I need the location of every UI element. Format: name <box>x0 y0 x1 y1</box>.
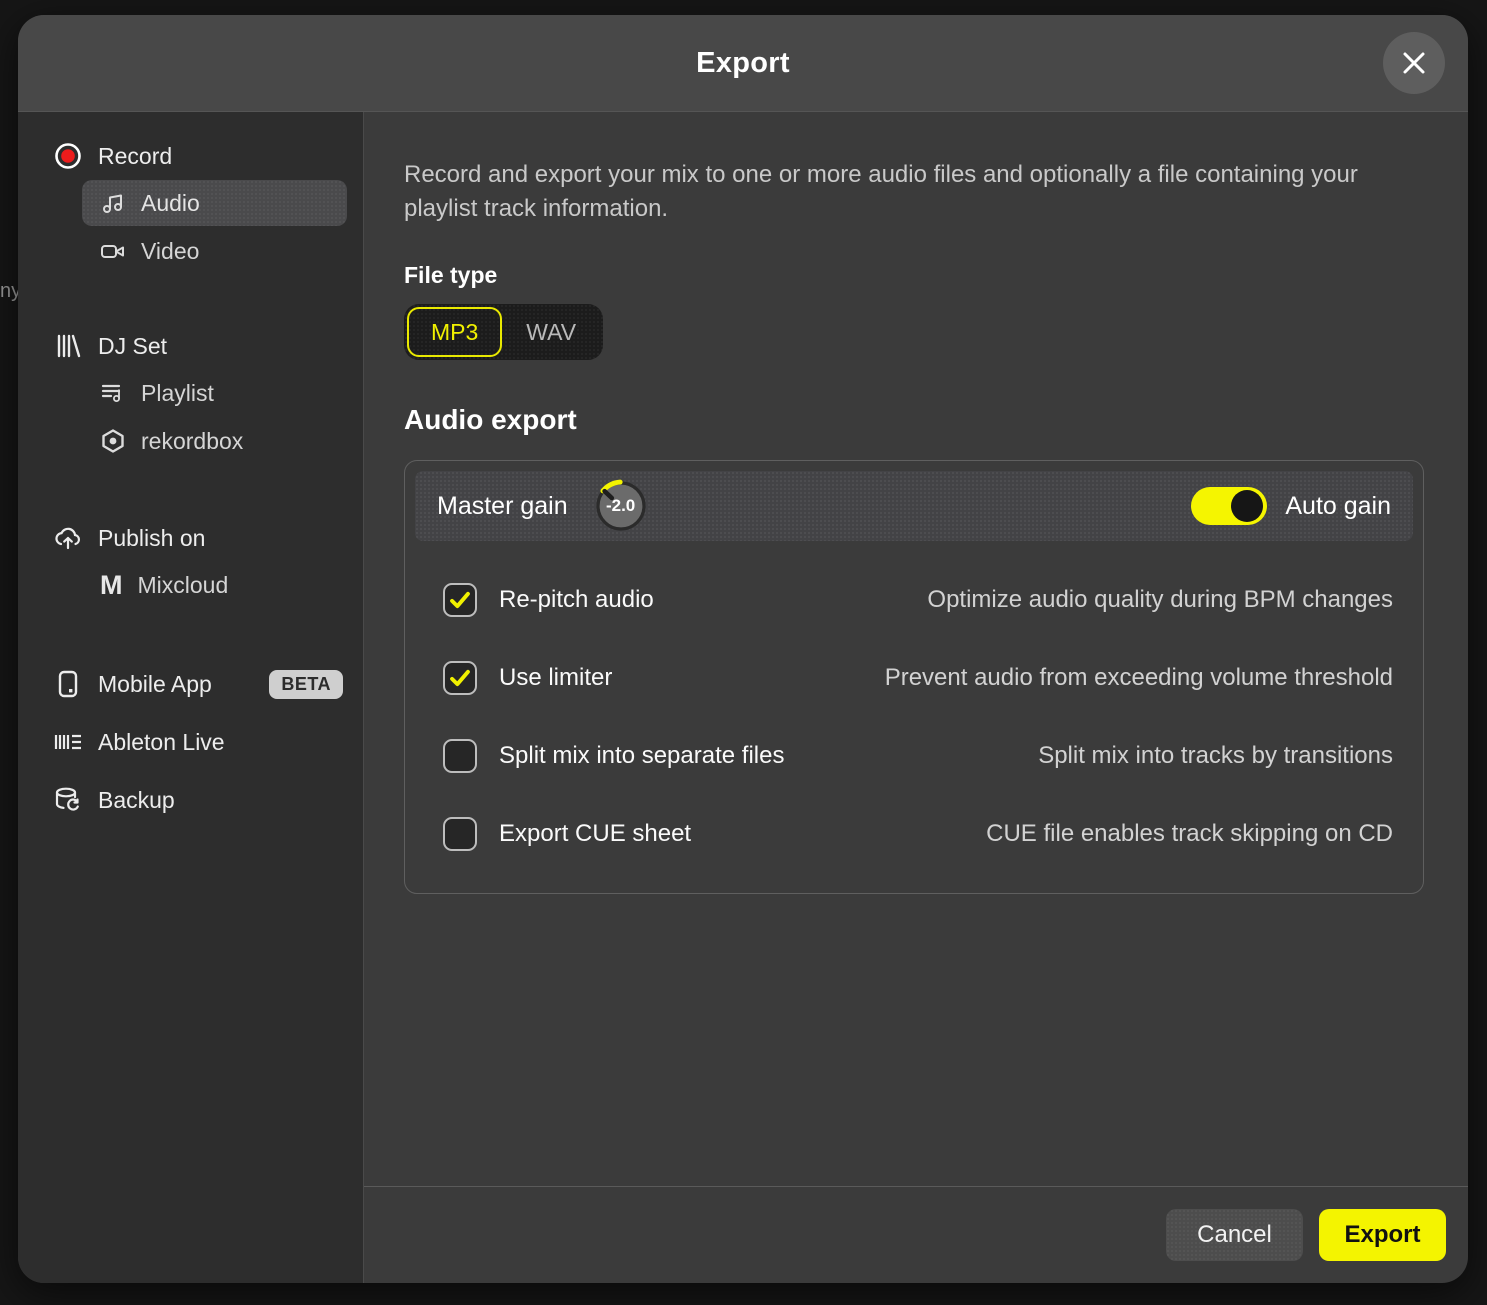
sidebar-item-label: Mixcloud <box>138 572 229 599</box>
sidebar-item-label: rekordbox <box>141 428 243 455</box>
option-description: CUE file enables track skipping on CD <box>986 820 1393 848</box>
file-type-wav-button[interactable]: WAV <box>502 307 600 357</box>
sidebar-item-label: DJ Set <box>98 333 167 360</box>
playlist-icon <box>100 380 126 406</box>
sidebar-item-publish-on[interactable]: Publish on <box>18 516 363 560</box>
toggle-knob <box>1231 490 1263 522</box>
record-icon <box>53 141 83 171</box>
sidebar-item-label: Video <box>141 238 199 265</box>
option-description: Prevent audio from exceeding volume thre… <box>885 664 1393 692</box>
use-limiter-checkbox[interactable] <box>443 661 477 695</box>
option-row-export-cue: Export CUE sheet CUE file enables track … <box>443 817 1393 851</box>
file-type-mp3-button[interactable]: MP3 <box>407 307 502 357</box>
music-note-icon <box>100 190 126 216</box>
backup-restore-icon <box>53 785 83 815</box>
option-row-use-limiter: Use limiter Prevent audio from exceeding… <box>443 661 1393 695</box>
master-gain-label: Master gain <box>437 492 568 521</box>
sidebar-item-playlist[interactable]: Playlist <box>82 370 347 416</box>
file-type-label: File type <box>404 262 1424 289</box>
sidebar-item-label: Record <box>98 143 172 170</box>
option-label: Split mix into separate files <box>499 742 784 770</box>
export-cue-checkbox[interactable] <box>443 817 477 851</box>
export-button[interactable]: Export <box>1319 1209 1446 1261</box>
close-icon <box>1399 48 1429 78</box>
audio-export-panel: Master gain -2.0 Auto gain <box>404 460 1424 894</box>
mixcloud-icon: M <box>100 570 123 601</box>
sidebar-item-label: Audio <box>141 190 200 217</box>
sidebar-item-audio[interactable]: Audio <box>82 180 347 226</box>
export-dialog: Export Record Audio <box>18 15 1468 1283</box>
sidebar-item-video[interactable]: Video <box>82 228 347 274</box>
auto-gain-label: Auto gain <box>1285 492 1391 521</box>
sidebar-item-mixcloud[interactable]: M Mixcloud <box>82 562 347 608</box>
sidebar-item-mobile-app[interactable]: Mobile App BETA <box>18 662 363 706</box>
master-gain-row: Master gain -2.0 Auto gain <box>415 471 1413 541</box>
sidebar-item-rekordbox[interactable]: rekordbox <box>82 418 347 464</box>
rekordbox-icon <box>100 428 126 454</box>
re-pitch-audio-checkbox[interactable] <box>443 583 477 617</box>
option-row-re-pitch: Re-pitch audio Optimize audio quality du… <box>443 583 1393 617</box>
option-label: Export CUE sheet <box>499 820 691 848</box>
main-panel: Record and export your mix to one or mor… <box>364 112 1468 1283</box>
video-camera-icon <box>100 238 126 264</box>
dialog-footer: Cancel Export <box>364 1186 1468 1283</box>
ableton-icon <box>53 727 83 757</box>
library-icon <box>53 331 83 361</box>
check-icon <box>445 663 475 693</box>
sidebar-item-dj-set[interactable]: DJ Set <box>18 324 363 368</box>
master-gain-value: -2.0 <box>594 479 648 533</box>
option-description: Optimize audio quality during BPM change… <box>927 586 1393 614</box>
sidebar-item-record[interactable]: Record <box>18 134 363 178</box>
option-label: Re-pitch audio <box>499 586 654 614</box>
option-description: Split mix into tracks by transitions <box>1038 742 1393 770</box>
split-mix-checkbox[interactable] <box>443 739 477 773</box>
cloud-upload-icon <box>53 523 83 553</box>
audio-export-heading: Audio export <box>404 404 1424 436</box>
export-options-list: Re-pitch audio Optimize audio quality du… <box>415 541 1413 893</box>
option-label: Use limiter <box>499 664 612 692</box>
sidebar: Record Audio Video DJ Set <box>18 112 364 1283</box>
sidebar-item-label: Backup <box>98 787 175 814</box>
option-row-split-mix: Split mix into separate files Split mix … <box>443 739 1393 773</box>
sidebar-item-backup[interactable]: Backup <box>18 778 363 822</box>
auto-gain-toggle[interactable] <box>1191 487 1267 525</box>
dialog-header: Export <box>18 15 1468 112</box>
sidebar-item-label: Publish on <box>98 525 205 552</box>
section-description: Record and export your mix to one or mor… <box>404 158 1424 226</box>
beta-badge: BETA <box>269 670 343 699</box>
sidebar-item-label: Ableton Live <box>98 729 225 756</box>
close-button[interactable] <box>1383 32 1445 94</box>
sidebar-item-label: Mobile App <box>98 671 212 698</box>
check-icon <box>445 585 475 615</box>
dialog-title: Export <box>696 47 790 80</box>
sidebar-item-label: Playlist <box>141 380 214 407</box>
mobile-phone-icon <box>53 669 83 699</box>
cancel-button[interactable]: Cancel <box>1166 1209 1303 1261</box>
master-gain-knob[interactable]: -2.0 <box>594 479 648 533</box>
sidebar-item-ableton-live[interactable]: Ableton Live <box>18 720 363 764</box>
file-type-control: MP3 WAV <box>404 304 603 360</box>
